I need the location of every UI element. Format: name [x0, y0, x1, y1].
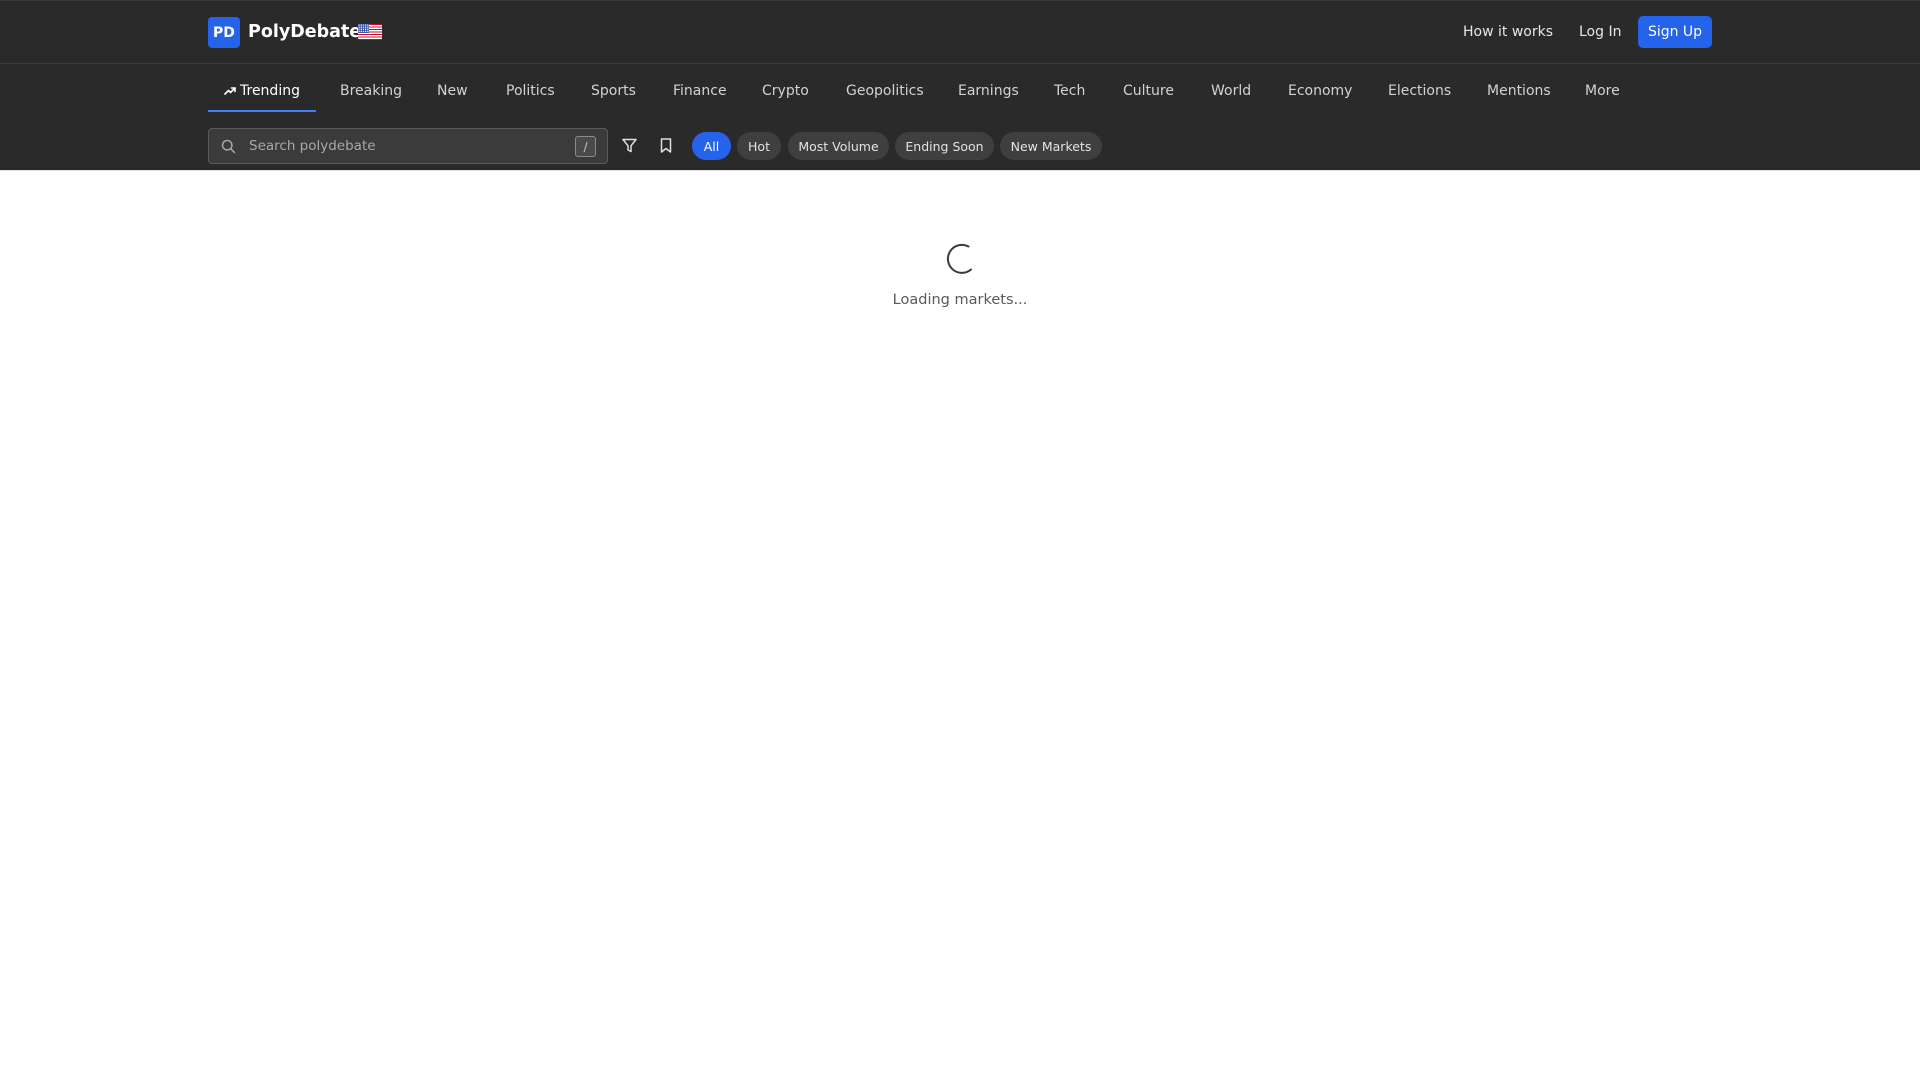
filter-icon[interactable]	[621, 137, 638, 154]
chip-ending-soon[interactable]: Ending Soon	[895, 132, 994, 160]
keyboard-shortcut-hint: /	[575, 136, 596, 157]
chip-new-markets[interactable]: New Markets	[1000, 132, 1102, 160]
chip-all[interactable]: All	[692, 132, 731, 160]
search-bar[interactable]: /	[208, 128, 608, 164]
nav-item-label: Trending	[240, 83, 300, 99]
nav-item-culture[interactable]: Culture	[1123, 83, 1174, 100]
top-bar: PD PolyDebate How it works Log In Sign U…	[0, 1, 1920, 64]
chip-most-volume[interactable]: Most Volume	[788, 132, 889, 160]
chip-hot[interactable]: Hot	[737, 132, 781, 160]
signup-button[interactable]: Sign Up	[1638, 16, 1712, 48]
nav-item-elections[interactable]: Elections	[1388, 83, 1451, 100]
site-header: PD PolyDebate How it works Log In Sign U…	[0, 0, 1920, 171]
nav-item-tech[interactable]: Tech	[1054, 83, 1085, 100]
nav-item-finance[interactable]: Finance	[673, 83, 727, 100]
nav-item-politics[interactable]: Politics	[506, 83, 555, 100]
nav-item-crypto[interactable]: Crypto	[762, 83, 809, 100]
trending-up-icon	[224, 87, 236, 95]
brand-name[interactable]: PolyDebate	[248, 21, 361, 43]
nav-item-more[interactable]: More	[1585, 83, 1620, 100]
login-link[interactable]: Log In	[1579, 24, 1621, 41]
nav-item-new[interactable]: New	[437, 83, 468, 100]
nav-item-geopolitics[interactable]: Geopolitics	[846, 83, 924, 100]
nav-item-trending[interactable]: Trending	[224, 83, 300, 100]
search-icon	[221, 139, 236, 154]
logo-badge[interactable]: PD	[208, 17, 240, 48]
nav-item-breaking[interactable]: Breaking	[340, 83, 402, 100]
nav-item-world[interactable]: World	[1211, 83, 1251, 100]
loading-text: Loading markets...	[892, 292, 1028, 308]
nav-item-economy[interactable]: Economy	[1288, 83, 1352, 100]
us-flag-icon	[358, 24, 382, 40]
nav-item-earnings[interactable]: Earnings	[958, 83, 1019, 100]
how-it-works-link[interactable]: How it works	[1463, 24, 1553, 41]
active-tab-indicator	[208, 110, 316, 112]
nav-item-sports[interactable]: Sports	[591, 83, 636, 100]
bookmark-icon[interactable]	[659, 137, 673, 154]
search-input[interactable]	[249, 129, 549, 163]
nav-item-mentions[interactable]: Mentions	[1487, 83, 1551, 100]
loading-spinner-icon	[946, 243, 972, 274]
